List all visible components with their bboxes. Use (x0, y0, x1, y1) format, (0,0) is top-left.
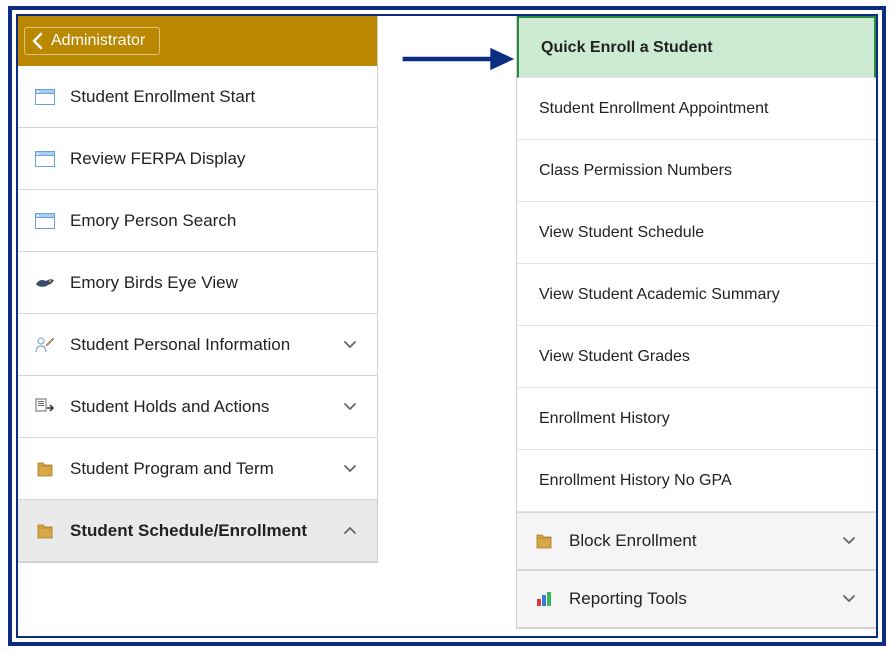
chevron-left-icon (31, 32, 45, 50)
sub-item-label: Student Enrollment Appointment (539, 100, 768, 118)
person-edit-icon (32, 334, 58, 356)
menu-item-label: Student Schedule/Enrollment (70, 521, 343, 541)
chevron-down-icon (343, 459, 363, 479)
menu-item-review-ferpa-display[interactable]: Review FERPA Display (18, 128, 377, 190)
transfer-icon (32, 396, 58, 418)
outer-frame: Administrator Student Enrollment Start R… (8, 6, 886, 646)
sub-item-label: Quick Enroll a Student (541, 39, 713, 57)
nav-header: Administrator (18, 16, 377, 66)
right-nav-panel: Quick Enroll a Student Student Enrollmen… (516, 16, 876, 629)
menu-item-label: Student Enrollment Start (70, 87, 363, 107)
chart-icon (531, 588, 557, 610)
sub-item-label: View Student Academic Summary (539, 286, 780, 304)
sub-item-enrollment-history[interactable]: Enrollment History (517, 388, 876, 450)
menu-item-label: Emory Birds Eye View (70, 273, 363, 293)
sub-item-label: View Student Grades (539, 348, 690, 366)
inner-frame: Administrator Student Enrollment Start R… (16, 14, 878, 638)
folder-item-block-enrollment[interactable]: Block Enrollment (517, 512, 876, 570)
menu-item-student-personal-information[interactable]: Student Personal Information (18, 314, 377, 376)
chevron-up-icon (343, 521, 363, 541)
folder-item-label: Block Enrollment (569, 531, 842, 551)
chevron-down-icon (343, 397, 363, 417)
menu-item-student-holds-and-actions[interactable]: Student Holds and Actions (18, 376, 377, 438)
arrow-indicator-icon (398, 44, 518, 74)
menu-item-emory-person-search[interactable]: Emory Person Search (18, 190, 377, 252)
sub-item-view-student-schedule[interactable]: View Student Schedule (517, 202, 876, 264)
back-button-label: Administrator (51, 32, 145, 50)
menu-item-label: Student Program and Term (70, 459, 343, 479)
bird-icon (32, 272, 58, 294)
chevron-down-icon (343, 335, 363, 355)
menu-item-label: Student Personal Information (70, 335, 343, 355)
folder-item-label: Reporting Tools (569, 589, 842, 609)
sub-item-quick-enroll-student[interactable]: Quick Enroll a Student (517, 16, 876, 78)
sub-item-enrollment-history-no-gpa[interactable]: Enrollment History No GPA (517, 450, 876, 512)
left-nav-panel: Administrator Student Enrollment Start R… (18, 16, 378, 563)
menu-item-label: Review FERPA Display (70, 149, 363, 169)
folder-icon (531, 530, 557, 552)
sub-item-label: View Student Schedule (539, 224, 704, 242)
sub-item-label: Class Permission Numbers (539, 162, 732, 180)
sub-item-student-enrollment-appointment[interactable]: Student Enrollment Appointment (517, 78, 876, 140)
sub-item-class-permission-numbers[interactable]: Class Permission Numbers (517, 140, 876, 202)
back-button[interactable]: Administrator (24, 27, 160, 55)
sub-item-label: Enrollment History No GPA (539, 472, 732, 490)
folder-icon (32, 520, 58, 542)
menu-item-student-program-and-term[interactable]: Student Program and Term (18, 438, 377, 500)
sub-item-view-student-academic-summary[interactable]: View Student Academic Summary (517, 264, 876, 326)
chevron-down-icon (842, 531, 862, 551)
menu-item-emory-birds-eye-view[interactable]: Emory Birds Eye View (18, 252, 377, 314)
window-icon (32, 86, 58, 108)
window-icon (32, 148, 58, 170)
menu-item-student-schedule-enrollment[interactable]: Student Schedule/Enrollment (18, 500, 377, 562)
left-menu-list: Student Enrollment Start Review FERPA Di… (18, 66, 377, 562)
menu-item-label: Emory Person Search (70, 211, 363, 231)
menu-item-student-enrollment-start[interactable]: Student Enrollment Start (18, 66, 377, 128)
window-icon (32, 210, 58, 232)
chevron-down-icon (842, 589, 862, 609)
folder-item-reporting-tools[interactable]: Reporting Tools (517, 570, 876, 628)
sub-item-label: Enrollment History (539, 410, 670, 428)
sub-item-view-student-grades[interactable]: View Student Grades (517, 326, 876, 388)
folder-icon (32, 458, 58, 480)
menu-item-label: Student Holds and Actions (70, 397, 343, 417)
